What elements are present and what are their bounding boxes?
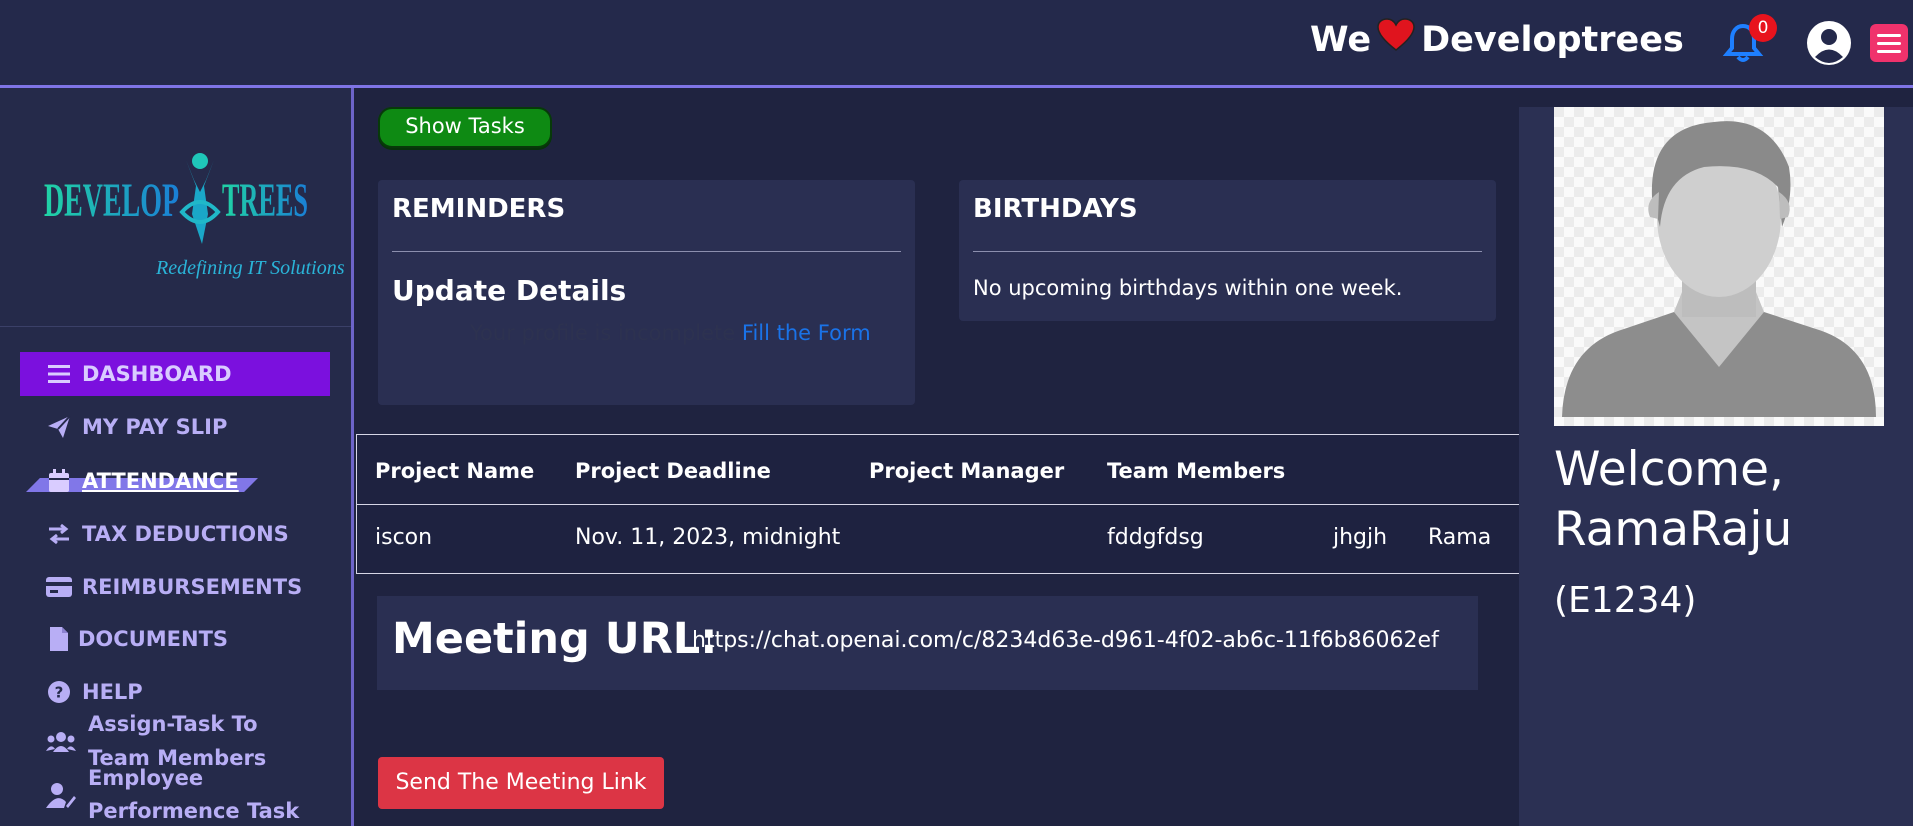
file-icon [46, 626, 72, 652]
meeting-url-box: Meeting URL: https://chat.openai.com/c/8… [377, 596, 1478, 690]
brand-heading: We Developtrees [1310, 18, 1684, 61]
sidebar-item-label: DASHBOARD [82, 362, 232, 386]
reminders-card: REMINDERS Update Details Your profile is… [378, 180, 915, 405]
credit-card-icon [46, 574, 72, 600]
sidebar-item-my-pay-slip[interactable]: MY PAY SLIP [20, 405, 330, 449]
top-header: We Developtrees 0 [0, 0, 1913, 88]
header-project-deadline: Project Deadline [575, 459, 771, 483]
sidebar-item-documents[interactable]: DOCUMENTS [20, 617, 330, 661]
calendar-icon [46, 468, 72, 494]
sidebar-item-label: REIMBURSEMENTS [82, 575, 303, 599]
reminders-title: REMINDERS [392, 194, 566, 224]
sidebar-item-label: DOCUMENTS [78, 627, 229, 651]
welcome-message: Welcome, RamaRaju [1554, 440, 1792, 560]
paper-plane-icon [46, 414, 72, 440]
birthdays-card: BIRTHDAYS No upcoming birthdays within o… [959, 180, 1496, 321]
profile-incomplete-message: Your profile is incomplete Fill the Form [470, 321, 871, 345]
user-edit-icon [46, 782, 76, 812]
svg-text:Redefining IT Solutions: Redefining IT Solutions [155, 257, 345, 279]
projects-table: Project Name Project Deadline Project Ma… [356, 434, 1520, 574]
header-project-manager: Project Manager [869, 459, 1065, 483]
sidebar-item-label: MY PAY SLIP [82, 415, 228, 439]
heart-icon [1377, 18, 1415, 61]
birthdays-title: BIRTHDAYS [973, 194, 1138, 224]
user-circle-icon[interactable] [1806, 20, 1852, 66]
notification-badge: 0 [1749, 14, 1777, 42]
birthdays-message: No upcoming birthdays within one week. [973, 276, 1403, 300]
sidebar-item-tax-deductions[interactable]: TAX DEDUCTIONS [20, 512, 330, 556]
meeting-url-value[interactable]: https://chat.openai.com/c/8234d63e-d961-… [692, 628, 1439, 653]
avatar [1554, 107, 1884, 426]
sidebar-item-attendance[interactable]: ATTENDANCE [20, 459, 330, 503]
send-meeting-link-button[interactable]: Send The Meeting Link [378, 757, 664, 809]
cell-member: jhgjh [1333, 525, 1388, 550]
question-circle-icon: ? [46, 679, 72, 705]
divider [392, 251, 901, 252]
table-divider [357, 504, 1519, 505]
cell-member: Rama [1428, 525, 1492, 550]
divider [973, 251, 1482, 252]
hamburger-menu-button[interactable] [1870, 24, 1908, 62]
profile-incomplete-text: Your profile is incomplete [470, 321, 736, 345]
sidebar-item-label: ATTENDANCE [82, 469, 239, 493]
users-icon [46, 731, 76, 757]
svg-text:?: ? [55, 684, 64, 702]
svg-text:DEVELOP: DEVELOP [44, 174, 179, 227]
sidebar-item-label: Assign-Task To [88, 712, 258, 736]
sidebar-item-label: TAX DEDUCTIONS [82, 522, 289, 546]
sidebar-item-dashboard[interactable]: DASHBOARD [20, 352, 330, 396]
show-tasks-button[interactable]: Show Tasks [378, 107, 552, 148]
sidebar-item-label: Performence Task [88, 799, 300, 823]
sidebar-item-label: HELP [82, 680, 143, 704]
sidebar-item-label: Employee [88, 766, 204, 790]
company-logo: DEVELOP TREES Redefining IT Solutions [0, 88, 351, 327]
meeting-url-label: Meeting URL: [392, 614, 718, 664]
sidebar-item-reimbursements[interactable]: REIMBURSEMENTS [20, 565, 330, 609]
update-details-heading: Update Details [392, 274, 627, 307]
brand-developtrees: Developtrees [1421, 19, 1684, 60]
employee-id: (E1234) [1554, 580, 1697, 621]
sidebar-item-help[interactable]: ? HELP [20, 670, 330, 714]
brand-we: We [1310, 19, 1372, 60]
bars-icon [46, 361, 72, 387]
welcome-line: Welcome, [1554, 442, 1784, 497]
cell-deadline: Nov. 11, 2023, midnight [575, 525, 841, 550]
header-team-members: Team Members [1107, 459, 1286, 483]
svg-text:TREES: TREES [222, 174, 308, 227]
user-name: RamaRaju [1554, 502, 1793, 557]
cell-member: fddgfdsg [1107, 525, 1204, 550]
fill-form-link[interactable]: Fill the Form [742, 321, 871, 345]
cell-project-name: iscon [375, 525, 433, 550]
exchange-icon [46, 521, 72, 547]
header-project-name: Project Name [375, 459, 535, 483]
